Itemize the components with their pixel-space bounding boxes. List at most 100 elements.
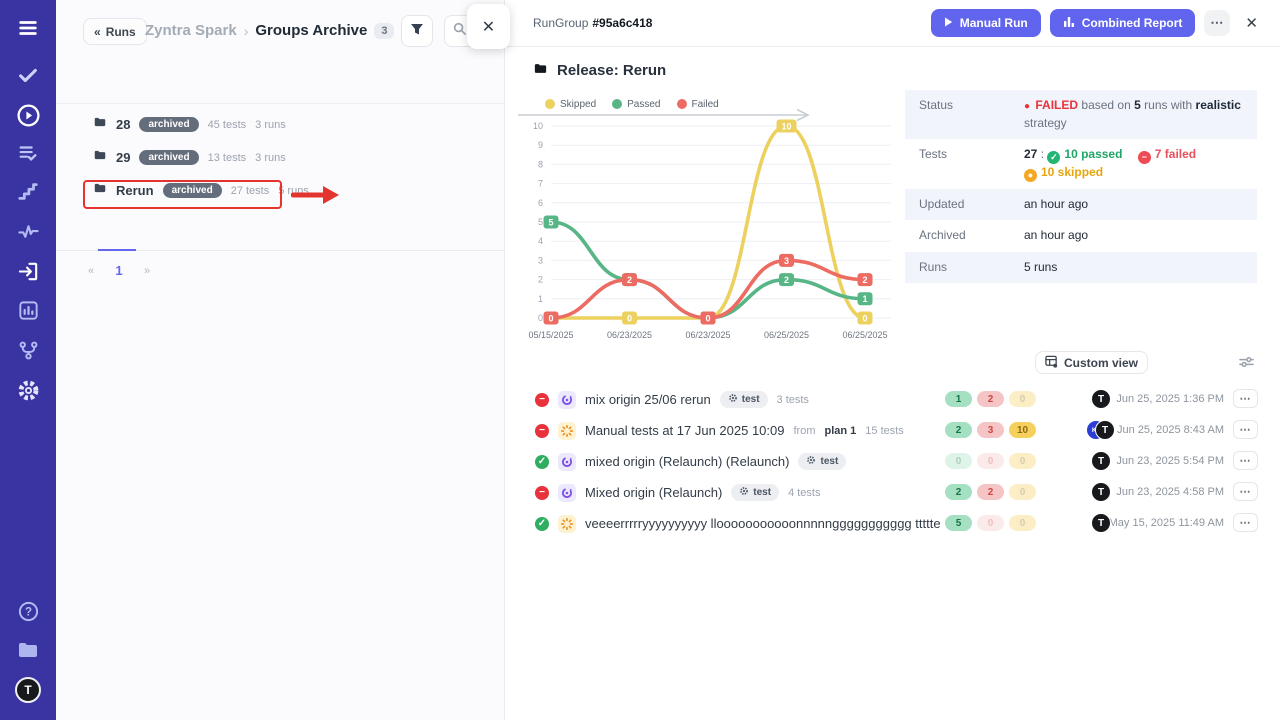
run-list-toolbar: Custom view: [505, 350, 1280, 378]
integrations-icon[interactable]: [0, 338, 56, 362]
active-page-indicator: [98, 249, 136, 251]
legend-dot-icon: [612, 99, 622, 109]
pagination-prev-button[interactable]: «: [84, 265, 98, 277]
projects-icon[interactable]: [0, 638, 56, 662]
passed-count-badge: 5: [945, 515, 972, 531]
archived-badge: archived: [139, 150, 198, 165]
run-failed-icon: −: [535, 393, 549, 407]
svg-text:6: 6: [538, 198, 543, 208]
breadcrumb-current: Groups Archive: [255, 22, 367, 39]
folder-tests-count: 45 tests: [208, 119, 247, 131]
pagination-page-1[interactable]: 1: [112, 263, 126, 278]
folder-row[interactable]: 28archived45 tests3 runs: [56, 108, 504, 141]
run-list: −mix origin 25/06 reruntest3 tests120TJu…: [505, 384, 1280, 539]
skipped-count-badge: 0: [1009, 453, 1036, 469]
groups-archive-panel: « Runs Zyntra Spark › Groups Archive 3 2…: [56, 0, 505, 720]
search-icon: [453, 22, 466, 40]
svg-text:5: 5: [538, 217, 543, 227]
sidebar: ? T: [0, 0, 56, 720]
run-list-item[interactable]: −mix origin 25/06 reruntest3 tests120TJu…: [505, 384, 1280, 415]
runs-icon[interactable]: [0, 102, 56, 128]
menu-icon[interactable]: [0, 16, 56, 40]
run-list-item[interactable]: ✓mixed origin (Relaunch) (Relaunch)test0…: [505, 446, 1280, 477]
manual-run-label: Manual Run: [960, 16, 1028, 30]
run-row-main: −mix origin 25/06 reruntest3 tests: [535, 384, 940, 415]
filter-button[interactable]: [401, 15, 433, 47]
automated-run-icon: [558, 484, 576, 502]
folder-name: Rerun: [116, 183, 154, 198]
status-strategy: realistic: [1196, 98, 1241, 112]
failed-count-badge: 3: [977, 422, 1004, 438]
folder-icon: [93, 181, 107, 200]
custom-view-button[interactable]: Custom view: [1035, 351, 1148, 374]
activity-icon[interactable]: [0, 220, 56, 242]
tests-icon[interactable]: [0, 63, 56, 87]
avatar: T: [1091, 482, 1111, 502]
folder-runs-count: 5 runs: [278, 185, 309, 197]
passed-count-badge: 2: [945, 422, 972, 438]
test-tag-pill: test: [798, 453, 846, 470]
rungroup-id: #95a6c418: [592, 16, 652, 30]
folder-name: 29: [116, 150, 130, 165]
analytics-icon[interactable]: [0, 298, 56, 322]
legend-item: Skipped: [545, 99, 596, 110]
group-count-badge: 3: [374, 23, 394, 39]
folder-row[interactable]: 29archived13 tests3 runs: [56, 141, 504, 174]
status-value: ● FAILED based on 5 runs with realistic …: [1024, 97, 1243, 132]
run-timestamp: Jun 25, 2025 8:43 AM: [1117, 424, 1224, 436]
summary-label: Updated: [919, 196, 1024, 213]
header-divider: [56, 103, 504, 104]
launches-icon[interactable]: [0, 259, 56, 283]
svg-text:06/25/2025: 06/25/2025: [842, 330, 887, 340]
svg-text:?: ?: [24, 606, 31, 618]
run-list-item[interactable]: −Manual tests at 17 Jun 2025 10:09frompl…: [505, 415, 1280, 446]
settings-icon[interactable]: [0, 377, 56, 403]
test-lists-icon[interactable]: [0, 141, 56, 165]
folder-icon: [533, 61, 548, 80]
breadcrumb-project[interactable]: Zyntra Spark: [145, 22, 237, 39]
run-tests-count: 15 tests: [865, 425, 904, 437]
row-more-button[interactable]: ⋯: [1233, 420, 1258, 439]
header-more-button[interactable]: ⋯: [1204, 10, 1230, 36]
svg-text:8: 8: [538, 159, 543, 169]
row-more-button[interactable]: ⋯: [1233, 513, 1258, 532]
run-list-item[interactable]: −Mixed origin (Relaunch)test4 tests220TJ…: [505, 477, 1280, 508]
manual-run-button[interactable]: Manual Run: [931, 9, 1041, 37]
legend-label: Passed: [627, 99, 660, 110]
row-more-button[interactable]: ⋯: [1233, 389, 1258, 408]
run-list-item[interactable]: ✓veeeerrrrryyyyyyyyyy llooooooooooonnnnn…: [505, 508, 1280, 539]
run-timestamp: Jun 23, 2025 5:54 PM: [1116, 455, 1224, 467]
avatar: T: [1091, 513, 1111, 533]
view-options-button[interactable]: [1237, 353, 1256, 374]
legend-dot-icon: [677, 99, 687, 109]
summary-row-archived: Archived an hour ago: [905, 220, 1257, 251]
run-title: veeeerrrrryyyyyyyyyy llooooooooooonnnnng…: [585, 516, 940, 531]
svg-text:4: 4: [538, 236, 543, 246]
user-avatar[interactable]: T: [0, 676, 56, 704]
sliders-icon: [1239, 357, 1254, 372]
svg-text:1: 1: [538, 294, 543, 304]
test-tag-pill: test: [720, 391, 768, 408]
folder-list: 28archived45 tests3 runs29archived13 tes…: [56, 108, 504, 207]
summary-label: Runs: [919, 259, 1024, 276]
status-text2: runs with: [1144, 98, 1192, 112]
passed-count-badge: 0: [945, 453, 972, 469]
tests-value: 27 : ✓10 passed −7 failed ●10 skipped: [1024, 146, 1243, 182]
row-more-button[interactable]: ⋯: [1233, 482, 1258, 501]
run-row-main: −Mixed origin (Relaunch)test4 tests: [535, 477, 940, 508]
help-icon[interactable]: ?: [0, 599, 56, 623]
pagination-next-button[interactable]: »: [140, 265, 154, 277]
detail-close-button[interactable]: ✕: [1245, 14, 1258, 32]
runs-trend-chart: SkippedPassedFailed 01234567891005/15/20…: [513, 96, 905, 348]
run-count-badges: 2310: [945, 422, 1036, 438]
breadcrumb: Zyntra Spark › Groups Archive 3: [145, 22, 394, 39]
back-to-runs-button[interactable]: « Runs: [83, 18, 147, 45]
summary-row-status: Status ● FAILED based on 5 runs with rea…: [905, 90, 1257, 139]
row-more-button[interactable]: ⋯: [1233, 451, 1258, 470]
panel-close-button[interactable]: ✕: [467, 4, 510, 49]
svg-text:05/15/2025: 05/15/2025: [528, 330, 573, 340]
close-icon: ✕: [482, 17, 495, 37]
milestones-icon[interactable]: [0, 181, 56, 203]
combined-report-button[interactable]: Combined Report: [1050, 9, 1196, 37]
folder-row[interactable]: Rerunarchived27 tests5 runs: [56, 174, 504, 207]
